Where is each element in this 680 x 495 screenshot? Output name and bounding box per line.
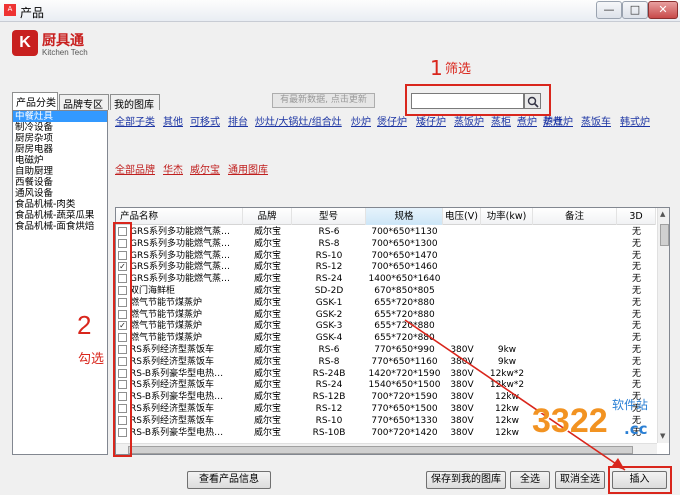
insert-button[interactable]: 插入	[612, 471, 667, 489]
select-all-button[interactable]: 全选	[510, 471, 550, 489]
watermark-number: 3322	[532, 402, 608, 440]
site-watermark: 3322 软件站 .cc	[520, 390, 670, 460]
view-product-info-button[interactable]: 查看产品信息	[187, 471, 271, 489]
deselect-all-button[interactable]: 取消全选	[555, 471, 605, 489]
save-to-gallery-button[interactable]: 保存到我的图库	[426, 471, 506, 489]
watermark-text: 软件站	[612, 398, 649, 412]
watermark-domain: .cc	[624, 420, 648, 438]
